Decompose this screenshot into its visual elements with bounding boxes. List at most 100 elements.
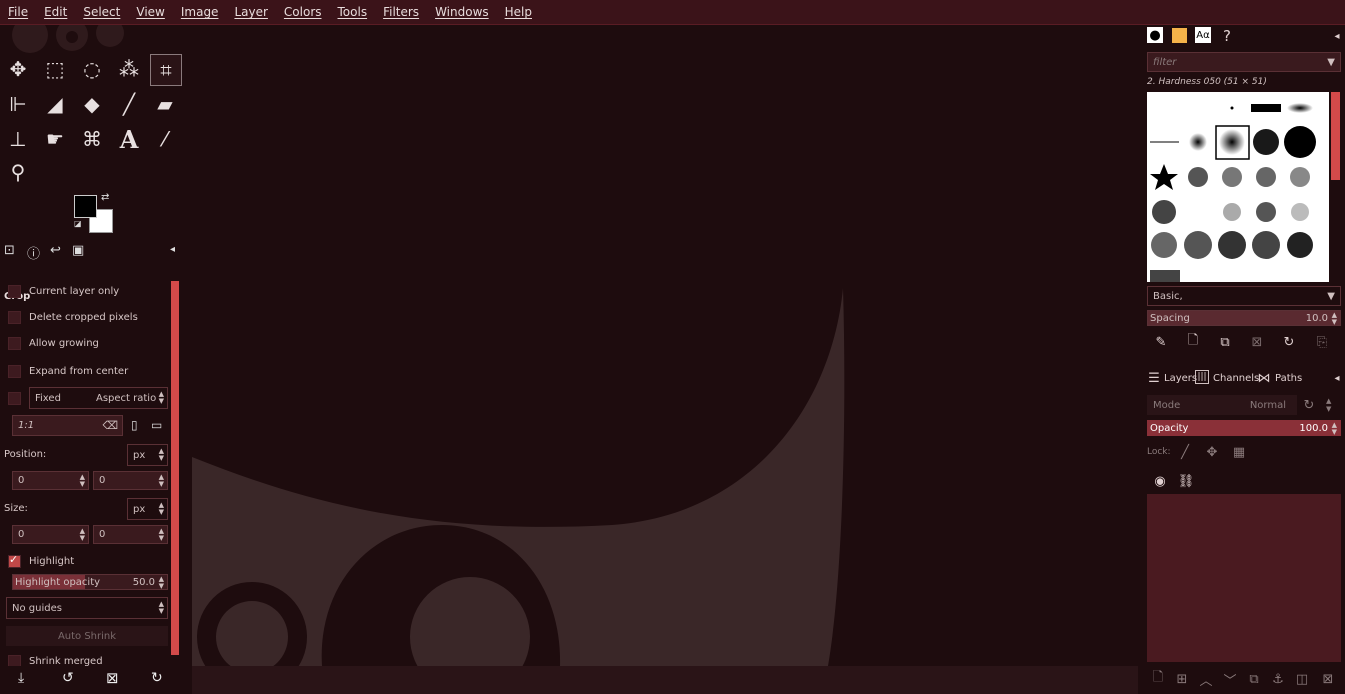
image-canvas[interactable]: [192, 25, 1138, 666]
new-layer-icon[interactable]: 🗋: [1149, 670, 1167, 688]
paintbrush-tool-icon[interactable]: ╱: [114, 89, 144, 119]
images-tab-icon[interactable]: ▣: [72, 243, 84, 258]
color-picker-tool-icon[interactable]: ⁄: [150, 124, 180, 154]
eraser-tool-icon[interactable]: ▰: [150, 89, 180, 119]
spin-arrows-icon[interactable]: ▲ ▼: [159, 528, 164, 542]
warp-tool-icon[interactable]: ◢: [40, 89, 70, 119]
delete-layer-icon[interactable]: ⊠: [1319, 670, 1337, 688]
configure-tab-icon[interactable]: ◂: [1328, 369, 1345, 387]
raise-layer-icon[interactable]: ︿: [1197, 670, 1215, 689]
fixed-checkbox[interactable]: [8, 392, 21, 405]
smudge-tool-icon[interactable]: ☛: [40, 124, 70, 154]
foreground-color-swatch[interactable]: [74, 195, 97, 218]
configure-tab-icon[interactable]: ◂: [170, 244, 175, 255]
aspect-ratio-input[interactable]: 1:1 ⌫: [12, 415, 123, 436]
spin-arrows-icon[interactable]: ▲ ▼: [80, 474, 85, 488]
open-brush-icon[interactable]: ⎘: [1313, 333, 1331, 351]
highlight-option[interactable]: ✓ Highlight: [8, 553, 74, 568]
menu-tools[interactable]: Tools: [330, 5, 376, 19]
fuzzy-select-tool-icon[interactable]: ⁂: [114, 54, 144, 84]
allow-growing-option[interactable]: Allow growing: [8, 337, 99, 350]
restore-options-icon[interactable]: ↺: [62, 670, 74, 686]
menu-select[interactable]: Select: [75, 5, 128, 19]
menu-windows[interactable]: Windows: [427, 5, 497, 19]
new-layer-group-icon[interactable]: ⊞: [1173, 670, 1191, 688]
spin-arrows-icon[interactable]: ▲ ▼: [159, 576, 164, 590]
delete-cropped-option[interactable]: Delete cropped pixels: [8, 311, 138, 324]
rect-select-tool-icon[interactable]: ⬚: [40, 54, 70, 84]
menu-view[interactable]: View: [128, 5, 172, 19]
expand-from-center-option[interactable]: Expand from center: [8, 365, 128, 378]
guides-select[interactable]: No guides ▲ ▼: [6, 597, 168, 619]
anchor-layer-icon[interactable]: ⚓: [1269, 670, 1287, 688]
delete-cropped-checkbox[interactable]: [8, 311, 21, 324]
chain-link-icon[interactable]: ⛓: [1177, 472, 1195, 490]
layer-mask-icon[interactable]: ◫: [1293, 670, 1311, 688]
default-colors-icon[interactable]: ◪: [74, 219, 82, 228]
menu-image[interactable]: Image: [173, 5, 227, 19]
tab-channels[interactable]: Channels: [1213, 373, 1259, 384]
channels-tab-icon[interactable]: |||: [1195, 370, 1209, 384]
position-y-input[interactable]: 0 ▲ ▼: [93, 471, 168, 490]
position-x-input[interactable]: 0 ▲ ▼: [12, 471, 89, 490]
spin-arrows-icon[interactable]: ▲ ▼: [159, 474, 164, 488]
device-status-tab-icon[interactable]: ⓘ: [27, 243, 40, 262]
auto-shrink-button[interactable]: Auto Shrink: [6, 626, 168, 646]
text-tool-icon[interactable]: A: [114, 124, 144, 154]
transform-tool-icon[interactable]: ⊩: [3, 89, 33, 119]
swap-colors-icon[interactable]: ⇄: [101, 192, 109, 203]
visibility-eye-icon[interactable]: ◉: [1151, 472, 1169, 490]
brush-grid[interactable]: [1147, 92, 1329, 282]
dropdown-arrow-icon[interactable]: ▼: [1327, 291, 1335, 302]
new-brush-icon[interactable]: 🗋: [1184, 333, 1202, 351]
spin-arrows-icon[interactable]: ▲ ▼: [1332, 312, 1337, 326]
patterns-tab-icon[interactable]: [1172, 28, 1187, 43]
lock-pixels-icon[interactable]: ╱: [1176, 443, 1194, 461]
paths-tool-icon[interactable]: ⌘: [77, 124, 107, 154]
mode-switch-icon[interactable]: ↻: [1300, 396, 1318, 414]
brush-filter-input[interactable]: filter ▼: [1147, 52, 1341, 72]
tab-paths[interactable]: Paths: [1275, 373, 1302, 384]
reset-options-icon[interactable]: ↻: [151, 670, 163, 686]
allow-growing-checkbox[interactable]: [8, 337, 21, 350]
duplicate-brush-icon[interactable]: ⧉: [1216, 333, 1234, 351]
brushes-tab-icon[interactable]: ●: [1147, 27, 1163, 43]
spin-arrows-icon[interactable]: ▲ ▼: [80, 528, 85, 542]
delete-brush-icon[interactable]: ⊠: [1248, 333, 1266, 351]
edit-brush-icon[interactable]: ✎: [1152, 333, 1170, 351]
undo-history-tab-icon[interactable]: ↩: [50, 243, 61, 258]
size-height-input[interactable]: 0 ▲ ▼: [93, 525, 168, 544]
expand-from-center-checkbox[interactable]: [8, 365, 21, 378]
clone-tool-icon[interactable]: ⊥: [3, 124, 33, 154]
bucket-fill-tool-icon[interactable]: ◆: [77, 89, 107, 119]
current-layer-only-checkbox[interactable]: [8, 285, 21, 298]
menu-filters[interactable]: Filters: [375, 5, 427, 19]
help-tab-icon[interactable]: ?: [1218, 27, 1236, 45]
size-width-input[interactable]: 0 ▲ ▼: [12, 525, 89, 544]
save-options-icon[interactable]: ⤓: [18, 670, 24, 686]
brush-spacing-slider[interactable]: Spacing 10.0 ▲ ▼: [1147, 310, 1341, 326]
size-unit-select[interactable]: px ▲ ▼: [127, 498, 168, 520]
position-unit-select[interactable]: px ▲ ▼: [127, 444, 168, 466]
portrait-icon[interactable]: ▯: [131, 418, 138, 432]
menu-edit[interactable]: Edit: [36, 5, 75, 19]
brush-grid-scrollbar[interactable]: [1331, 92, 1340, 180]
configure-tab-icon[interactable]: ◂: [1328, 27, 1345, 45]
lock-alpha-icon[interactable]: ▦: [1230, 443, 1248, 461]
tool-options-scrollbar[interactable]: [171, 281, 179, 655]
highlight-opacity-slider[interactable]: Highlight opacity 50.0 ▲ ▼: [12, 574, 168, 590]
move-tool-icon[interactable]: ✥: [3, 54, 33, 84]
delete-options-icon[interactable]: ⊠: [106, 669, 119, 687]
crop-tool-icon[interactable]: ⌗: [150, 54, 182, 86]
duplicate-layer-icon[interactable]: ⧉: [1245, 670, 1263, 688]
menu-layer[interactable]: Layer: [226, 5, 275, 19]
fixed-option[interactable]: [8, 392, 29, 405]
highlight-checkbox[interactable]: ✓: [8, 553, 21, 568]
clear-input-icon[interactable]: ⌫: [102, 419, 118, 432]
layers-list[interactable]: [1147, 494, 1341, 662]
fixed-mode-select[interactable]: Fixed Aspect ratio ▲ ▼: [29, 387, 168, 409]
layer-opacity-slider[interactable]: Opacity 100.0 ▲ ▼: [1147, 420, 1341, 436]
lasso-tool-icon[interactable]: ◌: [77, 54, 107, 84]
menu-help[interactable]: Help: [497, 5, 540, 19]
fonts-tab-icon[interactable]: Aα: [1195, 27, 1211, 43]
